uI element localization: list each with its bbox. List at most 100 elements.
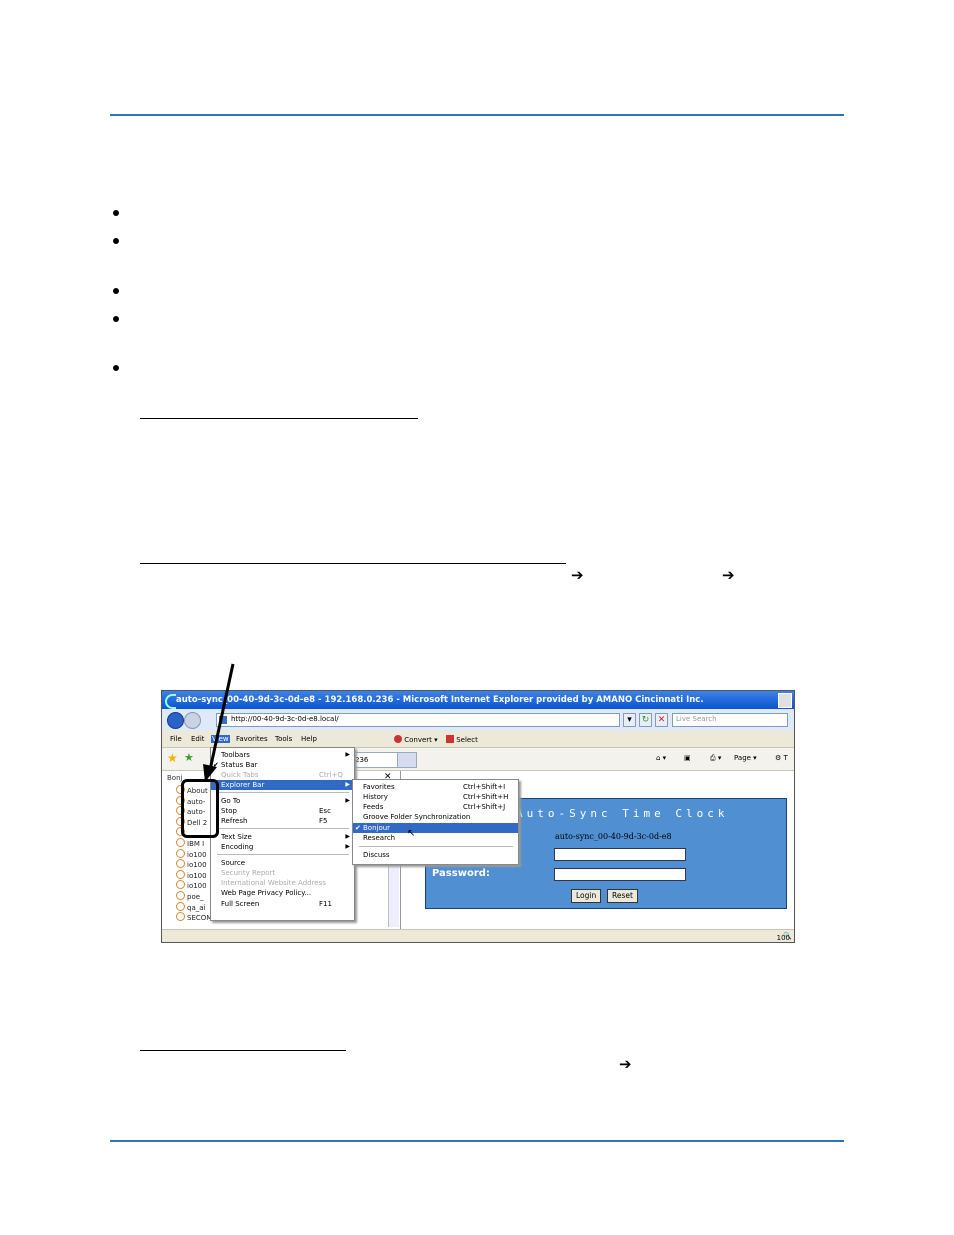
submenu-item-feeds[interactable]: Feeds Ctrl+Shift+J bbox=[353, 802, 518, 812]
menu-separator bbox=[359, 846, 513, 847]
heading-underline-3 bbox=[140, 1050, 346, 1051]
menu-separator bbox=[217, 854, 349, 855]
password-field[interactable] bbox=[554, 868, 686, 881]
add-favorite-icon[interactable]: ★ bbox=[184, 751, 194, 764]
menu-item-refresh[interactable]: Refresh F5 bbox=[211, 816, 354, 826]
home-icon[interactable]: ⌂ ▾ bbox=[656, 754, 666, 762]
heading-underline-1 bbox=[140, 418, 418, 419]
menu-item-source[interactable]: Source bbox=[211, 858, 354, 868]
ie-logo-icon bbox=[165, 694, 176, 709]
search-placeholder: Live Search bbox=[676, 715, 717, 723]
select-icon bbox=[446, 735, 454, 743]
menu-separator bbox=[217, 828, 349, 829]
convert-label: Convert bbox=[404, 736, 432, 744]
convert-icon bbox=[394, 735, 402, 743]
bonjour-icon bbox=[176, 880, 185, 890]
menu-help[interactable]: Help bbox=[301, 735, 317, 743]
favorites-star-icon[interactable]: ★ bbox=[167, 751, 178, 765]
browser-tab[interactable]: 236 bbox=[352, 752, 398, 768]
submenu-item-discuss[interactable]: Discuss bbox=[353, 850, 518, 860]
select-label: Select bbox=[456, 736, 478, 744]
view-menu: Toolbars ▶ ✔ Status Bar Quick Tabs Ctrl+Q E… bbox=[210, 747, 355, 921]
zoom-level[interactable]: 🔍 100 bbox=[777, 932, 792, 942]
menu-item-go-to[interactable]: Go To ▶ bbox=[211, 796, 354, 806]
menu-item-quick-tabs[interactable]: Quick Tabs Ctrl+Q bbox=[211, 770, 354, 780]
submenu-item-research[interactable]: Research bbox=[353, 833, 518, 843]
bonjour-icon bbox=[176, 837, 185, 847]
search-input[interactable]: Live Search bbox=[672, 713, 788, 727]
window-titlebar: auto-sync_00-40-9d-3c-0d-e8 - 192.168.0.… bbox=[162, 691, 794, 709]
menu-item-full-screen[interactable]: Full Screen F11 bbox=[211, 899, 354, 909]
print-icon[interactable]: ⎙ ▾ bbox=[710, 754, 721, 763]
new-tab-button[interactable] bbox=[397, 752, 417, 768]
menu-item-status-bar[interactable]: ✔ Status Bar bbox=[211, 760, 354, 770]
menu-file[interactable]: File bbox=[170, 735, 182, 743]
window-close-icon[interactable] bbox=[778, 693, 792, 708]
menu-item-privacy-policy[interactable]: Web Page Privacy Policy... bbox=[211, 888, 354, 898]
bullet-2 bbox=[113, 238, 119, 244]
mouse-cursor-icon: ↖ bbox=[407, 828, 416, 839]
header-rule bbox=[110, 114, 844, 116]
bullet-5 bbox=[113, 365, 119, 371]
menu-favorites[interactable]: Favorites bbox=[236, 735, 268, 743]
arrow-right-icon: ➔ bbox=[571, 566, 584, 584]
menu-edit[interactable]: Edit bbox=[191, 735, 205, 743]
address-toolbar: http://00-40-9d-3c-0d-e8.local/ ▾ ↻ ✕ Li… bbox=[162, 709, 794, 731]
tools-menu[interactable]: ⚙ T bbox=[775, 754, 788, 762]
menu-separator bbox=[217, 792, 349, 793]
page-menu-label: Page bbox=[734, 754, 751, 762]
footer-rule bbox=[110, 1140, 844, 1142]
bullet-4 bbox=[113, 316, 119, 322]
clock-hostname: auto-sync_00-40-9d-3c-0d-e8 bbox=[555, 832, 672, 841]
browser-screenshot: auto-sync_00-40-9d-3c-0d-e8 - 192.168.0.… bbox=[161, 690, 795, 943]
callout-box bbox=[181, 779, 219, 838]
page-menu[interactable]: Page ▾ bbox=[734, 754, 757, 762]
menu-item-stop[interactable]: Stop Esc bbox=[211, 806, 354, 816]
heading-underline-2 bbox=[140, 563, 566, 564]
check-icon: ✔ bbox=[213, 761, 219, 769]
bullet-1 bbox=[113, 210, 119, 216]
select-button[interactable]: Select bbox=[446, 735, 478, 744]
menu-item-explorer-bar[interactable]: Explorer Bar ▶ bbox=[211, 780, 354, 790]
clock-title: Auto-Sync Time Clock bbox=[516, 807, 729, 820]
menu-item-international-address[interactable]: International Website Address bbox=[211, 878, 354, 888]
check-icon: ✔ bbox=[355, 824, 361, 832]
arrow-right-icon: ➔ bbox=[619, 1055, 632, 1073]
tab-label: 236 bbox=[355, 756, 369, 764]
bonjour-icon bbox=[176, 859, 185, 869]
pane-header: Bonj bbox=[167, 774, 183, 782]
page-icon bbox=[219, 716, 227, 724]
login-button[interactable]: Login bbox=[571, 889, 602, 903]
bonjour-icon bbox=[176, 890, 185, 900]
submenu-item-groove[interactable]: Groove Folder Synchronization bbox=[353, 812, 518, 822]
menu-view[interactable]: View bbox=[211, 735, 230, 743]
address-value: http://00-40-9d-3c-0d-e8.local/ bbox=[231, 715, 339, 723]
submenu-item-bonjour[interactable]: ✔ Bonjour bbox=[353, 823, 518, 833]
bonjour-icon bbox=[176, 869, 185, 879]
reset-button[interactable]: Reset bbox=[607, 889, 638, 903]
convert-button[interactable]: Convert ▾ bbox=[394, 735, 438, 744]
feeds-icon[interactable]: ▣ bbox=[684, 754, 691, 762]
tools-menu-label: T bbox=[783, 754, 788, 762]
bullet-3 bbox=[113, 288, 119, 294]
submenu-item-favorites[interactable]: Favorites Ctrl+Shift+I bbox=[353, 782, 518, 792]
menu-item-toolbars[interactable]: Toolbars ▶ bbox=[211, 750, 354, 760]
refresh-icon[interactable]: ↻ bbox=[639, 713, 652, 727]
username-field[interactable] bbox=[554, 848, 686, 861]
menu-item-security-report[interactable]: Security Report bbox=[211, 868, 354, 878]
submenu-item-history[interactable]: History Ctrl+Shift+H bbox=[353, 792, 518, 802]
password-label: Password: bbox=[432, 868, 490, 879]
bonjour-icon bbox=[176, 912, 185, 922]
window-title: auto-sync_00-40-9d-3c-0d-e8 - 192.168.0.… bbox=[176, 695, 704, 705]
back-icon[interactable] bbox=[167, 712, 184, 729]
menu-bar: File Edit View Favorites Tools Help Conv… bbox=[162, 731, 794, 748]
menu-tools[interactable]: Tools bbox=[275, 735, 292, 743]
stop-icon[interactable]: ✕ bbox=[655, 713, 668, 727]
forward-icon[interactable] bbox=[184, 712, 201, 729]
menu-item-encoding[interactable]: Encoding ▶ bbox=[211, 842, 354, 852]
address-input[interactable]: http://00-40-9d-3c-0d-e8.local/ bbox=[216, 713, 620, 727]
dropdown-icon[interactable]: ▾ bbox=[623, 713, 636, 727]
bonjour-icon bbox=[176, 901, 185, 911]
menu-item-text-size[interactable]: Text Size ▶ bbox=[211, 832, 354, 842]
arrow-right-icon: ➔ bbox=[722, 566, 735, 584]
